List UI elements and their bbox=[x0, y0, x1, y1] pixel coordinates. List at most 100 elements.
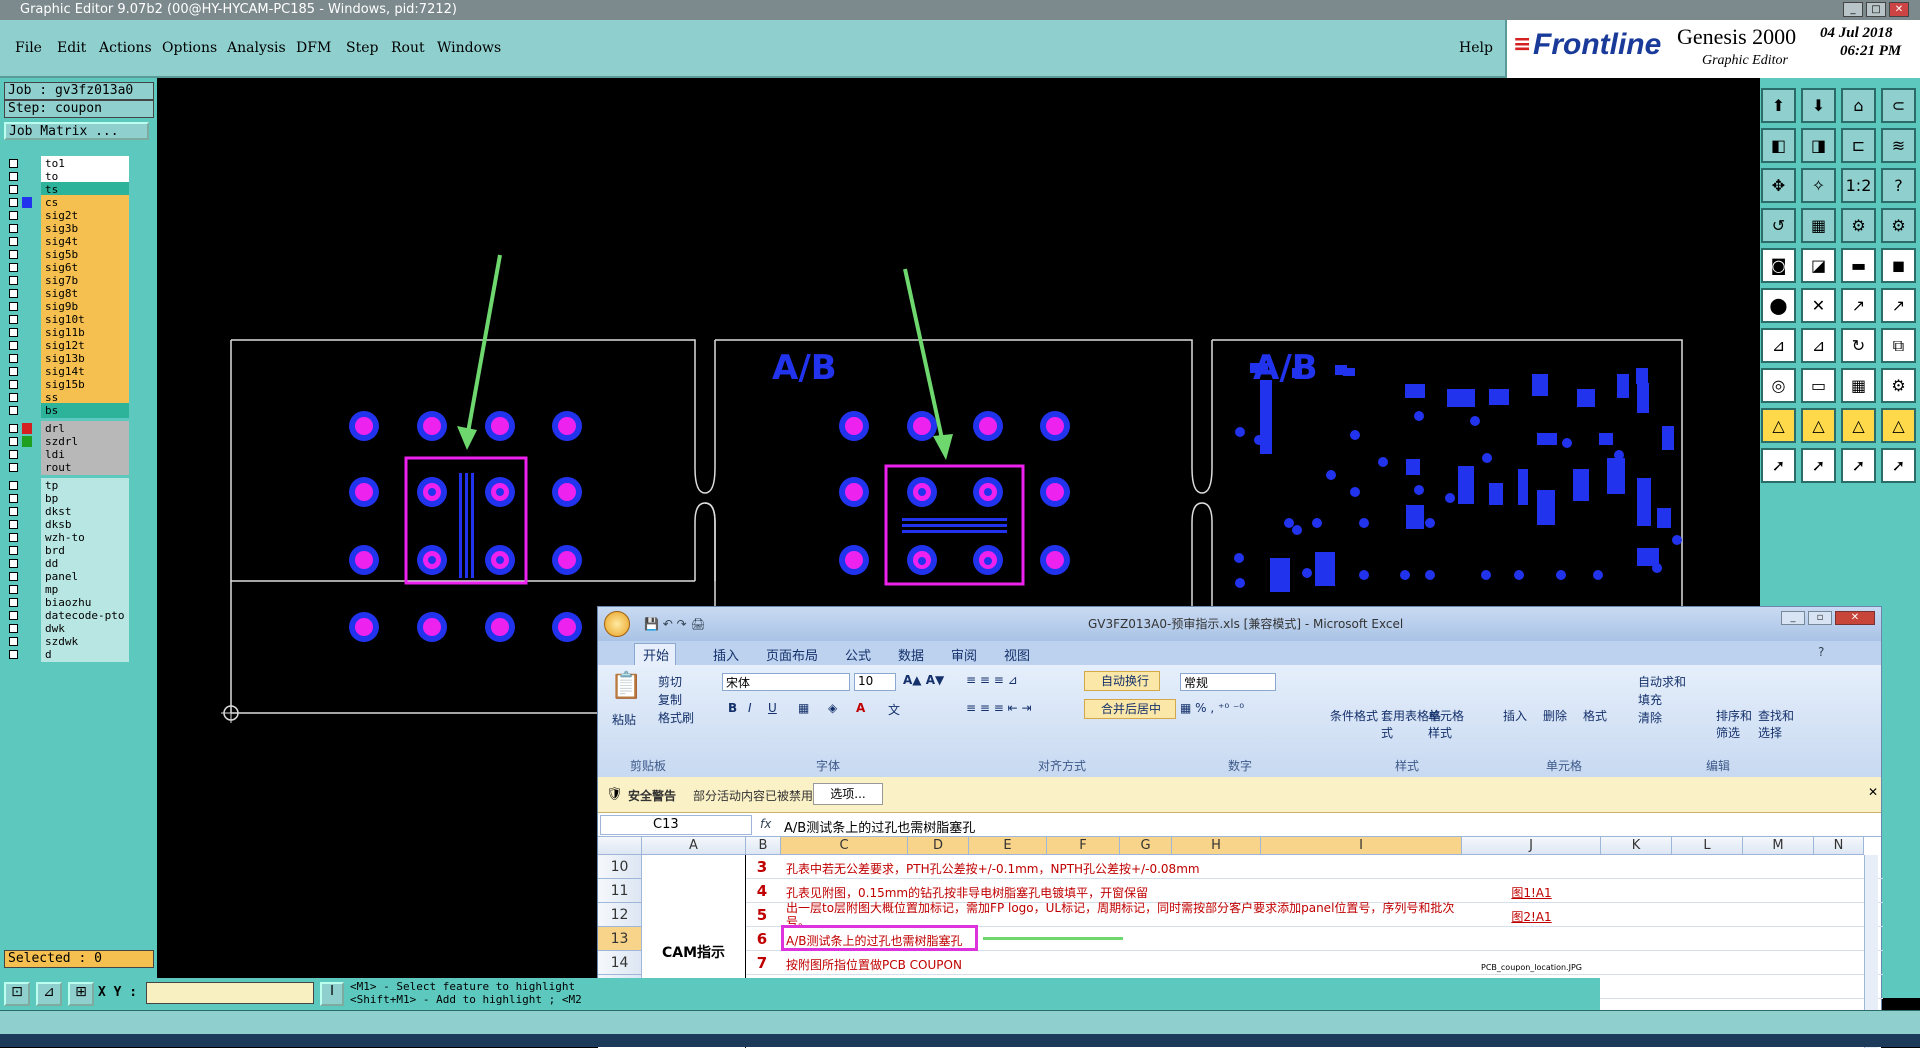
tool-button[interactable]: 1:2 bbox=[1841, 168, 1876, 203]
layer-checkbox[interactable] bbox=[9, 650, 18, 659]
tool-button[interactable]: ▬ bbox=[1841, 248, 1876, 283]
layer-color-swatch[interactable] bbox=[22, 379, 32, 390]
layer-checkbox[interactable] bbox=[9, 393, 18, 402]
layer-color-swatch[interactable] bbox=[22, 506, 32, 517]
layer-checkbox[interactable] bbox=[9, 424, 18, 433]
layer-checkbox[interactable] bbox=[9, 276, 18, 285]
layer-checkbox[interactable] bbox=[9, 263, 18, 272]
quick-access-icons[interactable]: 💾 ↶ ↷ 🖨 bbox=[644, 617, 706, 631]
layer-checkbox[interactable] bbox=[9, 546, 18, 555]
align-left-button[interactable]: ≡ ≡ ≡ ⇤ ⇥ bbox=[966, 701, 1032, 715]
tab-home[interactable]: 开始 bbox=[643, 645, 669, 664]
layer-color-swatch[interactable] bbox=[22, 423, 32, 434]
font-select[interactable]: 宋体 bbox=[722, 673, 850, 691]
tool-button[interactable]: △ bbox=[1881, 408, 1916, 443]
layer-checkbox[interactable] bbox=[9, 637, 18, 646]
tool-button[interactable]: △ bbox=[1841, 408, 1876, 443]
layer-color-swatch[interactable] bbox=[22, 314, 32, 325]
font-size-select[interactable]: 10 bbox=[854, 673, 896, 691]
tool-button[interactable]: ➚ bbox=[1801, 448, 1836, 483]
menu-edit[interactable]: Edit bbox=[57, 40, 86, 56]
sort-filter-button[interactable]: 排序和筛选 bbox=[1716, 707, 1758, 741]
job-matrix-button[interactable]: Job Matrix ... bbox=[4, 122, 149, 140]
tool-button[interactable]: ◪ bbox=[1801, 248, 1836, 283]
col-header-l[interactable]: L bbox=[1672, 837, 1743, 855]
excel-maximize-button[interactable]: ▫ bbox=[1808, 611, 1832, 625]
layer-color-swatch[interactable] bbox=[22, 480, 32, 491]
currency-button[interactable]: ▦ % , ⁺⁰ ⁻⁰ bbox=[1180, 701, 1244, 715]
tool-button[interactable]: ◙ bbox=[1761, 248, 1796, 283]
tool-button[interactable]: ⊂ bbox=[1881, 88, 1916, 123]
wrap-text-button[interactable]: 自动换行 bbox=[1084, 671, 1160, 691]
phonetic-button[interactable]: 文 bbox=[888, 701, 900, 718]
col-header-e[interactable]: E bbox=[969, 837, 1047, 855]
layer-row-d[interactable]: d bbox=[6, 647, 129, 662]
tool-button[interactable]: ➚ bbox=[1841, 448, 1876, 483]
layer-checkbox[interactable] bbox=[9, 185, 18, 194]
col-header-a[interactable]: A bbox=[642, 837, 746, 855]
layer-checkbox[interactable] bbox=[9, 237, 18, 246]
layer-color-swatch[interactable] bbox=[22, 210, 32, 221]
minimize-button[interactable]: _ bbox=[1843, 2, 1863, 17]
border-button[interactable]: ▦ bbox=[798, 701, 809, 715]
instruction-text[interactable]: 孔表见附图，0.15mm的钻孔按非导电树脂塞孔电镀填平，开窗保留 bbox=[786, 884, 1148, 901]
layer-color-swatch[interactable] bbox=[22, 462, 32, 473]
layer-color-swatch[interactable] bbox=[22, 249, 32, 260]
tool-button[interactable]: ▭ bbox=[1801, 368, 1836, 403]
delete-cells-button[interactable]: 删除 bbox=[1543, 707, 1567, 724]
layer-checkbox[interactable] bbox=[9, 328, 18, 337]
col-header-d[interactable]: D bbox=[908, 837, 969, 855]
layer-color-swatch[interactable] bbox=[22, 288, 32, 299]
layer-color-swatch[interactable] bbox=[22, 636, 32, 647]
layer-color-swatch[interactable] bbox=[22, 493, 32, 504]
menu-actions[interactable]: Actions bbox=[99, 40, 152, 56]
layer-color-swatch[interactable] bbox=[22, 623, 32, 634]
col-header-g[interactable]: G bbox=[1120, 837, 1172, 855]
format-cells-button[interactable]: 格式 bbox=[1583, 707, 1607, 724]
layer-color-swatch[interactable] bbox=[22, 392, 32, 403]
autosum-button[interactable]: 自动求和 bbox=[1638, 673, 1686, 690]
layer-checkbox[interactable] bbox=[9, 224, 18, 233]
tool-button[interactable]: ? bbox=[1881, 168, 1916, 203]
col-header-h[interactable]: H bbox=[1172, 837, 1261, 855]
layer-checkbox[interactable] bbox=[9, 250, 18, 259]
layer-checkbox[interactable] bbox=[9, 380, 18, 389]
cell-style-button[interactable]: 单元格样式 bbox=[1428, 707, 1468, 741]
layer-name[interactable]: d bbox=[41, 647, 129, 662]
layer-color-swatch[interactable] bbox=[22, 301, 32, 312]
excel-minimize-button[interactable]: _ bbox=[1781, 611, 1805, 625]
layer-checkbox[interactable] bbox=[9, 494, 18, 503]
number-format-select[interactable]: 常规 bbox=[1180, 673, 1276, 691]
menu-rout[interactable]: Rout bbox=[391, 40, 425, 56]
layer-color-swatch[interactable] bbox=[22, 366, 32, 377]
menu-file[interactable]: File bbox=[15, 40, 42, 56]
menu-windows[interactable]: Windows bbox=[437, 40, 501, 56]
clear-button[interactable]: 清除 bbox=[1638, 709, 1662, 726]
layer-color-swatch[interactable] bbox=[22, 327, 32, 338]
layer-name[interactable]: bs bbox=[41, 403, 129, 418]
layer-checkbox[interactable] bbox=[9, 507, 18, 516]
excel-close-button[interactable]: ✕ bbox=[1835, 611, 1875, 625]
col-header-j[interactable]: J bbox=[1462, 837, 1601, 855]
layer-color-swatch[interactable] bbox=[22, 545, 32, 556]
tab-formulas[interactable]: 公式 bbox=[845, 645, 871, 664]
input-mode-icon[interactable]: I bbox=[320, 982, 344, 1006]
item-number[interactable]: 5 bbox=[743, 906, 781, 924]
tool-button[interactable]: ↗ bbox=[1881, 288, 1916, 323]
row-header[interactable]: 11 bbox=[598, 879, 642, 903]
layer-checkbox[interactable] bbox=[9, 533, 18, 542]
tool-button[interactable]: △ bbox=[1801, 408, 1836, 443]
layer-name[interactable]: rout bbox=[41, 460, 129, 475]
item-number[interactable]: 6 bbox=[743, 930, 781, 948]
layer-color-swatch[interactable] bbox=[22, 519, 32, 530]
cut-button[interactable]: 剪切 bbox=[658, 673, 682, 690]
underline-button[interactable]: U bbox=[768, 701, 777, 715]
col-header-b[interactable]: B bbox=[746, 837, 781, 855]
layer-checkbox[interactable] bbox=[9, 463, 18, 472]
layer-checkbox[interactable] bbox=[9, 211, 18, 220]
link-cell[interactable]: PCB_coupon_location.JPG bbox=[1462, 963, 1601, 972]
layer-checkbox[interactable] bbox=[9, 598, 18, 607]
font-color-button[interactable]: A bbox=[856, 701, 865, 715]
menu-dfm[interactable]: DFM bbox=[296, 40, 331, 56]
layer-color-swatch[interactable] bbox=[22, 353, 32, 364]
